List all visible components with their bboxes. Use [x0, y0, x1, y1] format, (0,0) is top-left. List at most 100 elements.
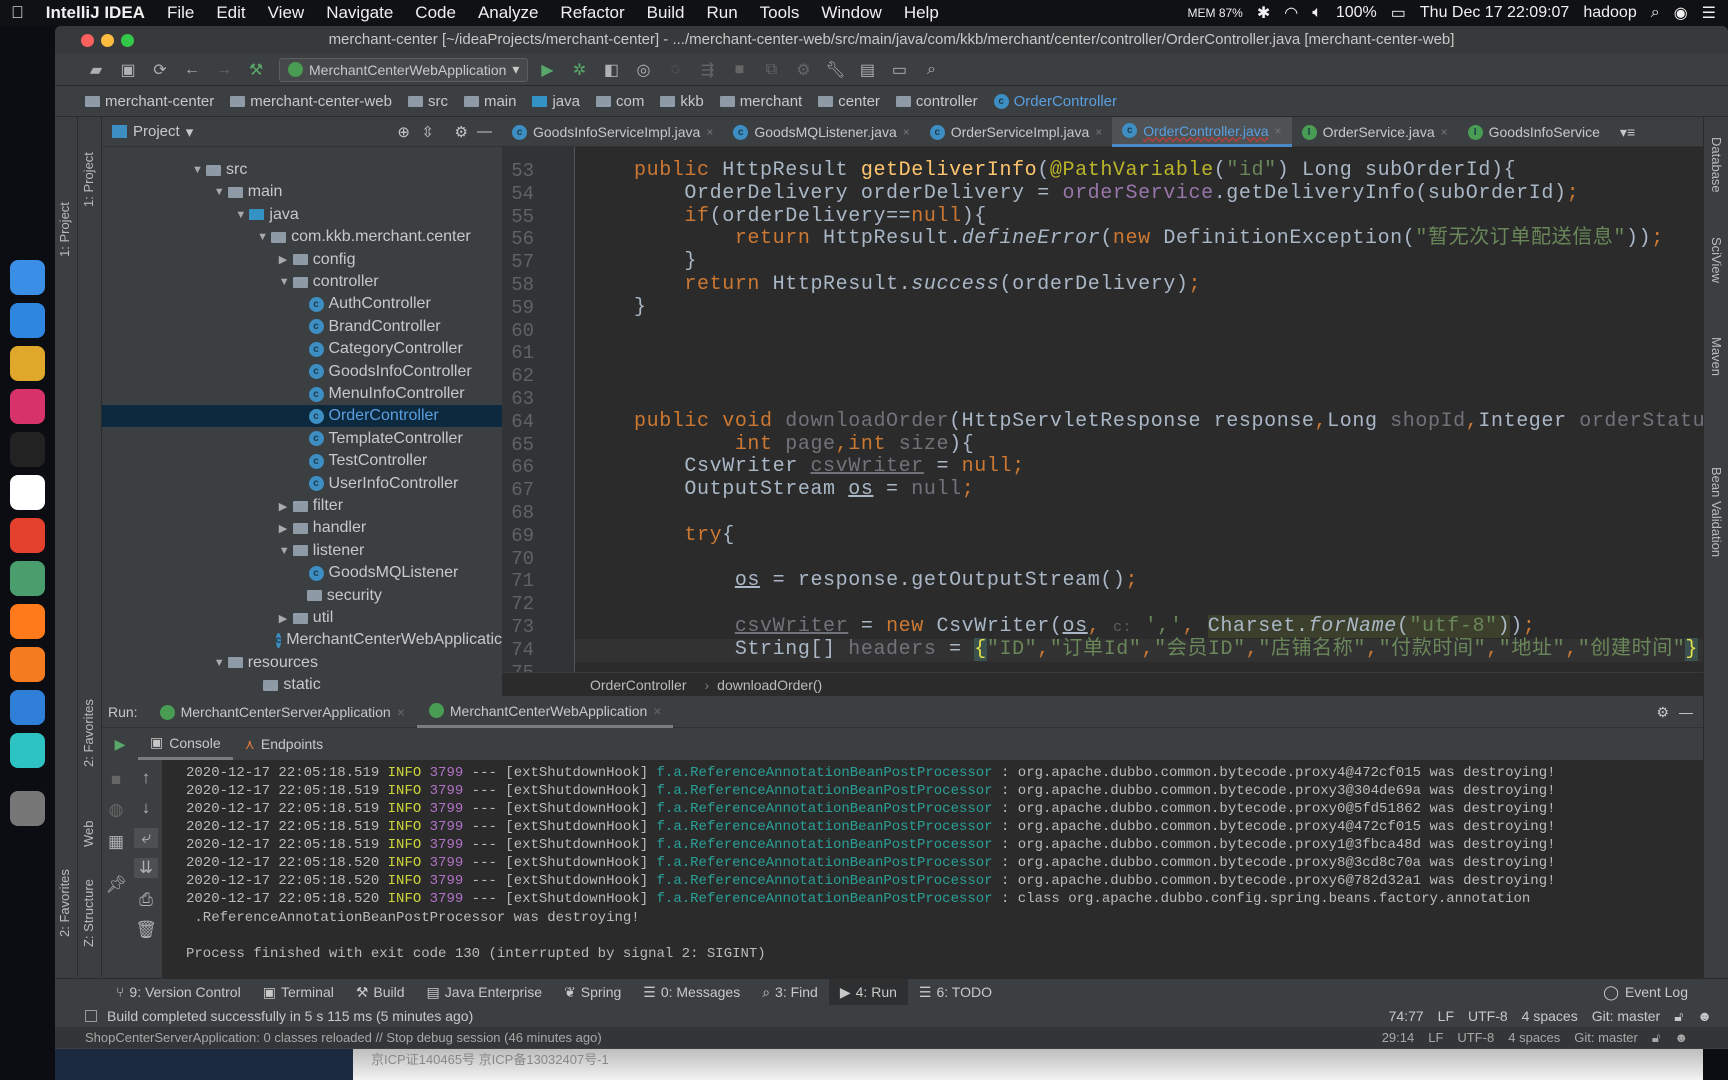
status-message-secondary[interactable]: ShopCenterServerApplication: 0 classes r…	[85, 1030, 602, 1045]
attach-icon[interactable]: ◌	[662, 58, 688, 82]
tab-endpoints[interactable]: ⋏ Endpoints	[233, 729, 336, 760]
code-line[interactable]	[502, 502, 1703, 525]
code-line[interactable]: OutputStream os = null;	[502, 478, 1703, 502]
code-line[interactable]	[502, 342, 1703, 365]
tool-maven[interactable]: Maven	[1709, 337, 1724, 376]
run-tab[interactable]: MerchantCenterWebApplication ×	[416, 697, 674, 728]
nav-crumb[interactable]: src	[407, 93, 448, 110]
close-tab-icon[interactable]: ×	[397, 704, 405, 720]
build-hammer-icon[interactable]: ⚒	[243, 58, 269, 82]
nav-crumb[interactable]: com	[596, 93, 644, 110]
menu-window[interactable]: Window	[810, 3, 892, 23]
apple-icon[interactable]: 	[0, 3, 35, 23]
tool-window-button[interactable]: ⌕ 3: Find	[751, 979, 829, 1006]
code-line[interactable]: public void downloadOrder(HttpServletRes…	[502, 410, 1703, 434]
code-editor[interactable]: public HttpResult getDeliverInfo(@PathVa…	[502, 147, 1703, 672]
zoom-window-button[interactable]	[121, 34, 134, 47]
structure-tool-button[interactable]: Z: Structure	[81, 879, 96, 947]
expanded-arrow-icon[interactable]: ▼	[257, 231, 271, 243]
editor-tab[interactable]: c GoodsInfoServiceImpl.java ×	[502, 117, 723, 147]
nav-crumb[interactable]: java	[532, 93, 580, 110]
finder-icon[interactable]	[10, 260, 45, 295]
editor-gutter[interactable]: 53 54 55 56 57 58 59 60 61 62 63 64 65 66 67 68 69 70 71 72…	[502, 147, 575, 672]
search-icon[interactable]: ⌕	[918, 58, 944, 82]
web-tool-button[interactable]: Web	[81, 821, 96, 848]
spotlight-search-icon[interactable]: ⌕	[1651, 4, 1660, 22]
expanded-arrow-icon[interactable]: ▼	[235, 209, 249, 221]
nav-crumb[interactable]: controller	[895, 93, 978, 110]
console-output[interactable]: 2020-12-17 22:05:18.519 INFO 3799 --- [e…	[162, 760, 1703, 978]
close-tab-icon[interactable]: ×	[706, 125, 713, 139]
tree-item[interactable]: c TestController	[102, 450, 502, 472]
tree-item[interactable]: ▶ handler	[102, 517, 502, 539]
memory-indicator[interactable]: MEM 87%	[1188, 6, 1243, 20]
favorites-tool-button-inner[interactable]: 2: Favorites	[81, 699, 96, 767]
stop-icon[interactable]: ■	[726, 58, 752, 82]
gear-icon[interactable]: ⚙	[455, 123, 468, 141]
code-line[interactable]: csvWriter = new CsvWriter(os, c: ',', Ch…	[502, 615, 1703, 639]
nav-crumb[interactable]: c OrderController	[993, 93, 1117, 110]
code-line[interactable]: OrderDelivery orderDelivery = orderServi…	[502, 182, 1703, 206]
profile-icon[interactable]: ◎	[630, 58, 656, 82]
terminal-icon[interactable]: ▭	[886, 58, 912, 82]
expanded-arrow-icon[interactable]: ▼	[279, 276, 293, 288]
tree-item[interactable]: c TemplateController	[102, 428, 502, 450]
tree-item[interactable]: c UserInfoController	[102, 473, 502, 495]
code-line[interactable]: }	[502, 296, 1703, 320]
tool-window-button[interactable]: ⑂ 9: Version Control	[105, 979, 252, 1006]
tree-item[interactable]: c GoodsInfoController	[102, 361, 502, 383]
tree-item[interactable]: c BrandController	[102, 316, 502, 338]
intellij-icon[interactable]	[10, 389, 45, 424]
terminal-icon[interactable]	[10, 432, 45, 467]
back-icon[interactable]: ←	[179, 58, 205, 82]
settings-wrench-icon[interactable]: 🔧︎	[822, 58, 848, 82]
code-line[interactable]	[502, 593, 1703, 616]
line-separator-secondary[interactable]: LF	[1428, 1030, 1443, 1045]
save-icon[interactable]: ▣	[115, 58, 141, 82]
user-menu[interactable]: hadoop	[1583, 4, 1636, 22]
collapsed-arrow-icon[interactable]: ▶	[279, 500, 293, 513]
favorites-tool-button[interactable]: 2: Favorites	[57, 869, 72, 937]
menu-run[interactable]: Run	[695, 3, 748, 23]
menu-app-name[interactable]: IntelliJ IDEA	[35, 3, 156, 23]
trash-icon[interactable]	[10, 791, 45, 826]
tree-item[interactable]: c CategoryController	[102, 338, 502, 360]
code-line[interactable]: return HttpResult.success(orderDelivery)…	[502, 273, 1703, 297]
tree-item[interactable]: ▶ filter	[102, 495, 502, 517]
layout-icon[interactable]: ▦	[104, 832, 128, 852]
git-branch[interactable]: Git: master	[1592, 1008, 1660, 1024]
tree-item[interactable]: ▼ listener	[102, 540, 502, 562]
expanded-arrow-icon[interactable]: ▼	[192, 164, 206, 176]
inspector-icon[interactable]: ☻	[1697, 1008, 1712, 1024]
minimize-window-button[interactable]	[101, 34, 114, 47]
file-encoding-secondary[interactable]: UTF-8	[1457, 1030, 1494, 1045]
nav-crumb[interactable]: merchant	[719, 93, 802, 110]
event-log-button[interactable]: ◯ Event Log	[1603, 984, 1688, 1001]
expanded-arrow-icon[interactable]: ▼	[279, 545, 293, 557]
collapse-all-icon[interactable]: ⇳	[421, 123, 434, 141]
nav-crumb[interactable]: center	[818, 93, 880, 110]
tool-bean-validation[interactable]: Bean Validation	[1709, 467, 1724, 557]
tool-window-button[interactable]: ☰ 0: Messages	[632, 979, 751, 1006]
nav-crumb[interactable]: merchant-center	[85, 93, 214, 110]
collapsed-arrow-icon[interactable]: ▶	[279, 522, 293, 535]
coverage-icon[interactable]: ◧	[598, 58, 624, 82]
tree-item[interactable]: ▼ main	[102, 181, 502, 203]
code-line[interactable]	[502, 388, 1703, 411]
code-line[interactable]: os = response.getOutputStream();	[502, 569, 1703, 593]
siri-icon[interactable]: ◉	[1674, 3, 1688, 23]
code-line[interactable]: try{	[502, 524, 1703, 548]
hide-panel-icon[interactable]: —	[1679, 704, 1693, 720]
menu-code[interactable]: Code	[404, 3, 467, 23]
project-tool-button[interactable]: 1: Project	[57, 202, 72, 257]
tree-item[interactable]: c AuthController	[102, 293, 502, 315]
chevron-down-icon[interactable]: ▾	[186, 123, 194, 141]
tree-item[interactable]: c GoodsMQListener	[102, 562, 502, 584]
project-view-select[interactable]: Project	[133, 123, 180, 140]
battery-percent[interactable]: 100%	[1336, 4, 1377, 22]
status-message[interactable]: Build completed successfully in 5 s 115 …	[107, 1008, 473, 1024]
lock-icon[interactable]: 🔓︎	[1652, 1030, 1660, 1046]
code-line[interactable]: return HttpResult.defineError(new Defini…	[502, 227, 1703, 251]
editor-tab[interactable]: c GoodsMQListener.java ×	[723, 117, 919, 147]
menu-build[interactable]: Build	[636, 3, 696, 23]
